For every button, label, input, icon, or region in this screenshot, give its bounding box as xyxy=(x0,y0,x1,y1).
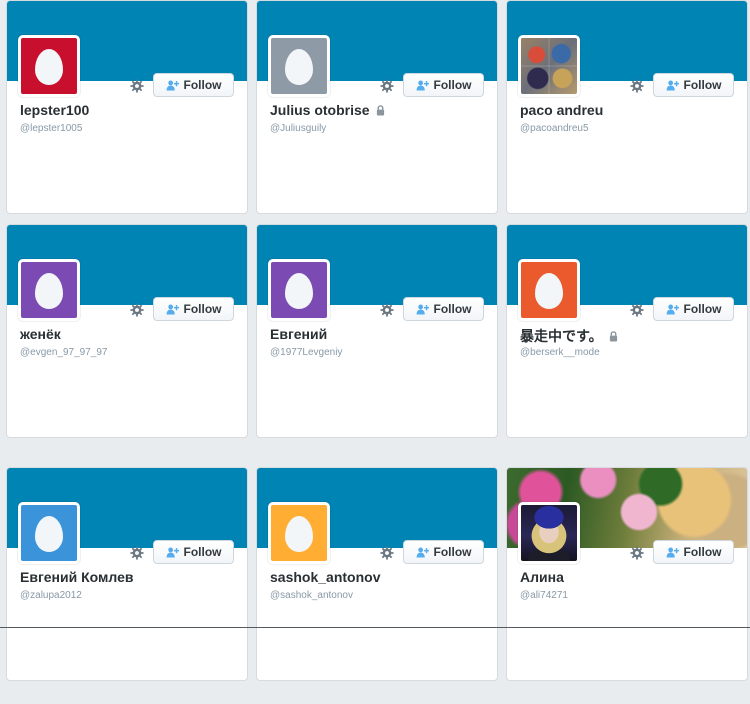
name-row: Алина xyxy=(520,569,564,585)
gear-icon[interactable] xyxy=(130,79,144,93)
user-card[interactable]: Follow Алина @ali74271 xyxy=(506,467,748,681)
name-row: lepster100 xyxy=(20,102,89,118)
avatar-photo xyxy=(521,505,577,561)
user-card[interactable]: Follow Евгений Комлев @zalupa2012 xyxy=(6,467,248,681)
follow-button[interactable]: Follow xyxy=(153,540,234,564)
default-egg-icon xyxy=(535,273,563,309)
avatar[interactable] xyxy=(268,259,330,321)
display-name[interactable]: paco andreu xyxy=(520,102,603,118)
lock-icon xyxy=(609,330,617,341)
default-egg-icon xyxy=(35,273,63,309)
follow-button[interactable]: Follow xyxy=(153,297,234,321)
avatar[interactable] xyxy=(18,35,80,97)
gear-icon[interactable] xyxy=(380,79,394,93)
user-card[interactable]: Follow Julius otobrise @Juliusguily xyxy=(256,0,498,214)
avatar[interactable] xyxy=(518,35,580,97)
screen-name[interactable]: @pacoandreu5 xyxy=(520,123,589,134)
screen-name[interactable]: @sashok_antonov xyxy=(270,590,353,601)
add-user-icon xyxy=(166,80,179,91)
gear-icon[interactable] xyxy=(630,546,644,560)
follow-button-label: Follow xyxy=(433,545,472,559)
follow-button-label: Follow xyxy=(433,302,472,316)
user-card[interactable]: Follow 暴走中です。 @berserk__mode xyxy=(506,224,748,438)
follow-button-label: Follow xyxy=(683,302,722,316)
add-user-icon xyxy=(666,80,679,91)
user-card[interactable]: Follow sashok_antonov @sashok_antonov xyxy=(256,467,498,681)
avatar-photo xyxy=(521,38,577,94)
screen-name[interactable]: @lepster1005 xyxy=(20,123,82,134)
default-egg-icon xyxy=(285,516,313,552)
display-name[interactable]: Евгений Комлев xyxy=(20,569,134,585)
follow-button-label: Follow xyxy=(183,545,222,559)
gear-icon[interactable] xyxy=(380,303,394,317)
avatar[interactable] xyxy=(18,259,80,321)
follow-button[interactable]: Follow xyxy=(153,73,234,97)
follow-button-label: Follow xyxy=(683,545,722,559)
avatar[interactable] xyxy=(18,502,80,564)
gear-icon[interactable] xyxy=(130,546,144,560)
add-user-icon xyxy=(416,547,429,558)
divider-line xyxy=(0,627,750,628)
add-user-icon xyxy=(416,304,429,315)
user-card[interactable]: Follow paco andreu @pacoandreu5 xyxy=(506,0,748,214)
follow-button-label: Follow xyxy=(183,302,222,316)
display-name[interactable]: sashok_antonov xyxy=(270,569,380,585)
screen-name[interactable]: @evgen_97_97_97 xyxy=(20,347,107,358)
screen-name[interactable]: @Juliusguily xyxy=(270,123,326,134)
follow-button-label: Follow xyxy=(183,78,222,92)
follow-button-label: Follow xyxy=(433,78,472,92)
name-row: paco andreu xyxy=(520,102,603,118)
display-name[interactable]: Евгений xyxy=(270,326,327,342)
user-card[interactable]: Follow женёк @evgen_97_97_97 xyxy=(6,224,248,438)
screen-name[interactable]: @zalupa2012 xyxy=(20,590,82,601)
user-card[interactable]: Follow Евгений @1977Levgeniy xyxy=(256,224,498,438)
display-name[interactable]: женёк xyxy=(20,326,61,342)
gear-icon[interactable] xyxy=(380,546,394,560)
avatar[interactable] xyxy=(518,502,580,564)
screen-name[interactable]: @berserk__mode xyxy=(520,347,600,358)
avatar[interactable] xyxy=(518,259,580,321)
name-row: Евгений xyxy=(270,326,327,342)
follow-button[interactable]: Follow xyxy=(653,73,734,97)
default-egg-icon xyxy=(285,49,313,85)
follow-button[interactable]: Follow xyxy=(403,540,484,564)
name-row: Julius otobrise xyxy=(270,102,385,118)
add-user-icon xyxy=(416,80,429,91)
add-user-icon xyxy=(166,304,179,315)
default-egg-icon xyxy=(35,516,63,552)
follow-button[interactable]: Follow xyxy=(653,297,734,321)
follow-button[interactable]: Follow xyxy=(653,540,734,564)
name-row: 暴走中です。 xyxy=(520,326,618,346)
name-row: женёк xyxy=(20,326,61,342)
add-user-icon xyxy=(666,304,679,315)
avatar[interactable] xyxy=(268,35,330,97)
follow-button[interactable]: Follow xyxy=(403,73,484,97)
display-name[interactable]: Алина xyxy=(520,569,564,585)
default-egg-icon xyxy=(285,273,313,309)
name-row: sashok_antonov xyxy=(270,569,380,585)
display-name[interactable]: lepster100 xyxy=(20,102,89,118)
user-card[interactable]: Follow lepster100 @lepster1005 xyxy=(6,0,248,214)
lock-icon xyxy=(376,104,384,115)
gear-icon[interactable] xyxy=(630,303,644,317)
name-row: Евгений Комлев xyxy=(20,569,134,585)
gear-icon[interactable] xyxy=(630,79,644,93)
screen-name[interactable]: @ali74271 xyxy=(520,590,568,601)
add-user-icon xyxy=(166,547,179,558)
screen-name[interactable]: @1977Levgeniy xyxy=(270,347,342,358)
default-egg-icon xyxy=(35,49,63,85)
follow-button-label: Follow xyxy=(683,78,722,92)
gear-icon[interactable] xyxy=(130,303,144,317)
avatar[interactable] xyxy=(268,502,330,564)
follow-button[interactable]: Follow xyxy=(403,297,484,321)
add-user-icon xyxy=(666,547,679,558)
user-card-grid: Follow lepster100 @lepster1005 Follow Julius… xyxy=(0,0,750,704)
display-name[interactable]: 暴走中です。 xyxy=(520,326,603,346)
display-name[interactable]: Julius otobrise xyxy=(270,102,370,118)
